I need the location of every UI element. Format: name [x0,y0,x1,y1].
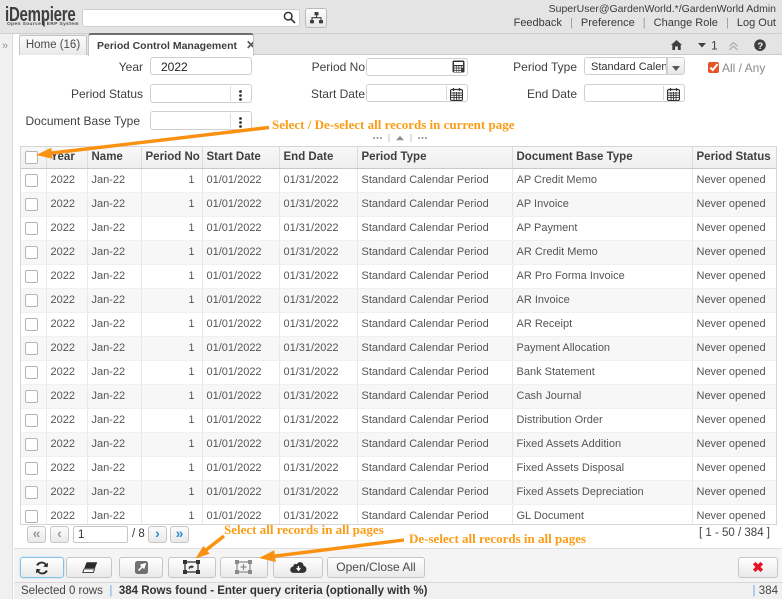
svg-text:1: 1 [711,39,718,53]
svg-text:?: ? [757,41,763,52]
